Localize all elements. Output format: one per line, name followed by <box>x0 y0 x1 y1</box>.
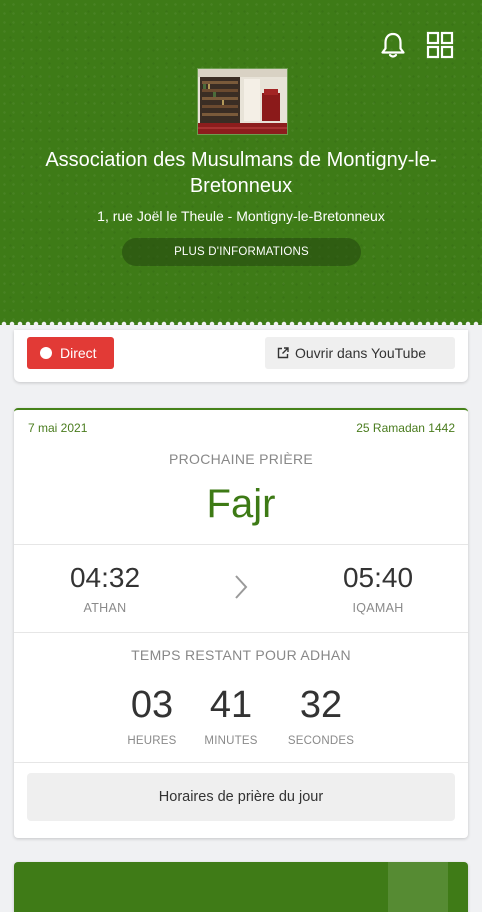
hijri-date: 25 Ramadan 1442 <box>356 421 455 435</box>
direct-button[interactable]: Direct <box>27 337 114 369</box>
next-card-preview[interactable] <box>14 862 468 912</box>
countdown-seconds: 32 <box>299 684 343 726</box>
live-stream-card: Direct Ouvrir dans YouTube <box>14 330 468 382</box>
divider <box>14 762 468 763</box>
next-prayer-name: Fajr <box>206 482 276 526</box>
prayer-card: 7 mai 2021 25 Ramadan 1442 PROCHAINE PRI… <box>14 408 468 838</box>
header-scalloped-edge <box>0 320 482 328</box>
athan-time: 04:32 <box>69 562 141 593</box>
mosque-name: Association des Musulmans de Montigny-le… <box>45 149 437 197</box>
external-link-icon <box>277 347 289 359</box>
iqamah-time: 05:40 <box>342 562 414 593</box>
mosque-header: Association des Musulmans de Montigny-le… <box>0 0 482 325</box>
more-info-button[interactable]: PLUS D'INFORMATIONS <box>122 238 361 266</box>
live-dot-icon <box>40 347 52 359</box>
mosque-photo <box>197 68 288 135</box>
mosque-address: 1, rue Joël le Theule - Montigny-le-Bret… <box>97 208 385 224</box>
gregorian-date: 7 mai 2021 <box>28 421 88 435</box>
divider <box>14 544 468 545</box>
time-remaining-label: TEMPS RESTANT POUR ADHAN <box>131 647 351 663</box>
daily-schedule-button[interactable]: Horaires de prière du jour <box>27 773 455 821</box>
next-prayer-label: PROCHAINE PRIÈRE <box>168 451 314 467</box>
direct-label: Direct <box>60 345 97 361</box>
countdown-minutes-label: MINUTES <box>204 735 258 747</box>
open-youtube-button[interactable]: Ouvrir dans YouTube <box>265 337 455 369</box>
countdown-seconds-label: SECONDES <box>287 735 355 747</box>
chevron-right-icon <box>235 575 248 599</box>
divider <box>14 632 468 633</box>
grid-icon[interactable] <box>425 30 455 60</box>
iqamah-label: IQAMAH <box>352 601 404 615</box>
athan-label: ATHAN <box>83 601 127 615</box>
countdown-minutes: 41 <box>209 684 253 726</box>
bell-icon[interactable] <box>378 30 408 60</box>
open-youtube-label: Ouvrir dans YouTube <box>295 345 427 361</box>
